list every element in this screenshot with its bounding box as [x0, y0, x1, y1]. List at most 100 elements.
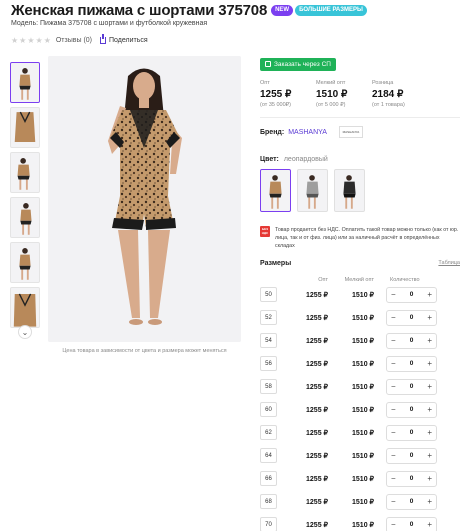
- thumbnails-scroll-down-button[interactable]: ⌄: [18, 325, 32, 339]
- brand-logo[interactable]: MASHANYA: [338, 126, 363, 138]
- plus-icon[interactable]: +: [427, 313, 432, 322]
- opt-price: 1255 ₽: [306, 429, 328, 437]
- rating-stars[interactable]: ★ ★ ★ ★ ★: [11, 36, 51, 45]
- color-option[interactable]: [297, 169, 328, 212]
- minus-icon[interactable]: −: [391, 451, 396, 460]
- opt-price: 1255 ₽: [306, 452, 328, 460]
- plus-icon[interactable]: +: [427, 474, 432, 483]
- quantity-stepper[interactable]: − 0 +: [386, 286, 437, 303]
- minus-icon[interactable]: −: [391, 497, 396, 506]
- quantity-value[interactable]: 0: [410, 291, 414, 298]
- quantity-value[interactable]: 0: [410, 429, 414, 436]
- opt-price: 1255 ₽: [306, 406, 328, 414]
- price-label: Мелкий опт: [316, 80, 346, 86]
- order-via-sp-button[interactable]: Заказать через СП: [260, 57, 336, 71]
- quantity-stepper[interactable]: − 0 +: [386, 493, 437, 510]
- opt-price: 1255 ₽: [306, 383, 328, 391]
- plus-icon[interactable]: +: [427, 336, 432, 345]
- quantity-value[interactable]: 0: [410, 452, 414, 459]
- price-condition: (от 5 000 ₽): [316, 102, 346, 108]
- table-row: 70 1255 ₽ 1510 ₽ − 0 +: [260, 513, 460, 531]
- share-icon: [100, 34, 107, 44]
- minus-icon[interactable]: −: [391, 359, 396, 368]
- quantity-stepper[interactable]: − 0 +: [386, 355, 437, 372]
- star-icon: ★: [35, 36, 43, 45]
- quantity-stepper[interactable]: − 0 +: [386, 516, 437, 531]
- quantity-stepper[interactable]: − 0 +: [386, 424, 437, 441]
- vat-text: Товар продается без НДС. Оплатить такой …: [275, 227, 459, 249]
- plus-icon[interactable]: +: [427, 290, 432, 299]
- quantity-stepper[interactable]: − 0 +: [386, 309, 437, 326]
- quantity-value[interactable]: 0: [410, 314, 414, 321]
- quantity-stepper[interactable]: − 0 +: [386, 332, 437, 349]
- quantity-value[interactable]: 0: [410, 521, 414, 528]
- plus-icon[interactable]: +: [427, 520, 432, 529]
- thumbnail[interactable]: [10, 152, 40, 193]
- quantity-value[interactable]: 0: [410, 498, 414, 505]
- size-value: 56: [260, 356, 277, 371]
- price-value: 1255 ₽: [260, 89, 292, 100]
- thumbnail[interactable]: [10, 242, 40, 283]
- size-table-link[interactable]: Таблица: [438, 260, 460, 267]
- thumbnail-list: [10, 62, 42, 332]
- brand-link[interactable]: MASHANYA: [288, 129, 327, 136]
- small-opt-price: 1510 ₽: [352, 291, 374, 299]
- opt-price: 1255 ₽: [306, 314, 328, 322]
- quantity-value[interactable]: 0: [410, 360, 414, 367]
- reviews-link[interactable]: Отзывы (0): [56, 37, 92, 44]
- opt-price: 1255 ₽: [306, 498, 328, 506]
- thumbnail[interactable]: [10, 197, 40, 238]
- small-opt-price: 1510 ₽: [352, 360, 374, 368]
- size-table-header: Опт Мелкий опт Количество: [260, 277, 460, 283]
- quantity-value[interactable]: 0: [410, 337, 414, 344]
- plus-icon[interactable]: +: [427, 405, 432, 414]
- minus-icon[interactable]: −: [391, 428, 396, 437]
- thumbnail[interactable]: [10, 62, 40, 103]
- price-label: Розница: [372, 80, 394, 86]
- quantity-value[interactable]: 0: [410, 383, 414, 390]
- star-icon: ★: [19, 36, 27, 45]
- minus-icon[interactable]: −: [391, 290, 396, 299]
- no-vat-badge: БЕЗ НДС: [260, 226, 270, 237]
- minus-icon[interactable]: −: [391, 474, 396, 483]
- plus-icon[interactable]: +: [427, 451, 432, 460]
- plus-icon[interactable]: +: [427, 497, 432, 506]
- size-value: 64: [260, 448, 277, 463]
- plus-icon[interactable]: +: [427, 382, 432, 391]
- sizes-header: Размеры Таблица: [260, 260, 460, 267]
- opt-price: 1255 ₽: [306, 337, 328, 345]
- thumbnail[interactable]: [10, 107, 40, 148]
- share-button[interactable]: Поделиться: [100, 34, 148, 44]
- price-label: Опт: [260, 80, 270, 86]
- plus-icon[interactable]: +: [427, 359, 432, 368]
- model-line: Модель: Пижама 375708 с шортами и футбол…: [11, 20, 208, 27]
- minus-icon[interactable]: −: [391, 382, 396, 391]
- main-product-photo[interactable]: [48, 56, 241, 342]
- size-value: 62: [260, 425, 277, 440]
- quantity-stepper[interactable]: − 0 +: [386, 378, 437, 395]
- minus-icon[interactable]: −: [391, 405, 396, 414]
- price-value: 2184 ₽: [372, 89, 404, 100]
- small-opt-price: 1510 ₽: [352, 521, 374, 529]
- quantity-value[interactable]: 0: [410, 475, 414, 482]
- color-option[interactable]: [334, 169, 365, 212]
- share-label: Поделиться: [109, 37, 148, 44]
- quantity-stepper[interactable]: − 0 +: [386, 401, 437, 418]
- chevron-down-icon: ⌄: [21, 327, 29, 337]
- small-opt-price: 1510 ₽: [352, 452, 374, 460]
- col-opt: Опт: [318, 277, 328, 283]
- table-row: 52 1255 ₽ 1510 ₽ − 0 +: [260, 306, 460, 329]
- plus-icon[interactable]: +: [427, 428, 432, 437]
- quantity-value[interactable]: 0: [410, 406, 414, 413]
- quantity-stepper[interactable]: − 0 +: [386, 470, 437, 487]
- minus-icon[interactable]: −: [391, 336, 396, 345]
- color-options: [260, 169, 460, 212]
- opt-price: 1255 ₽: [306, 291, 328, 299]
- minus-icon[interactable]: −: [391, 520, 396, 529]
- sizes-label: Размеры: [260, 260, 292, 267]
- quantity-stepper[interactable]: − 0 +: [386, 447, 437, 464]
- thumbnail[interactable]: [10, 287, 40, 328]
- color-option[interactable]: [260, 169, 291, 212]
- size-value: 60: [260, 402, 277, 417]
- minus-icon[interactable]: −: [391, 313, 396, 322]
